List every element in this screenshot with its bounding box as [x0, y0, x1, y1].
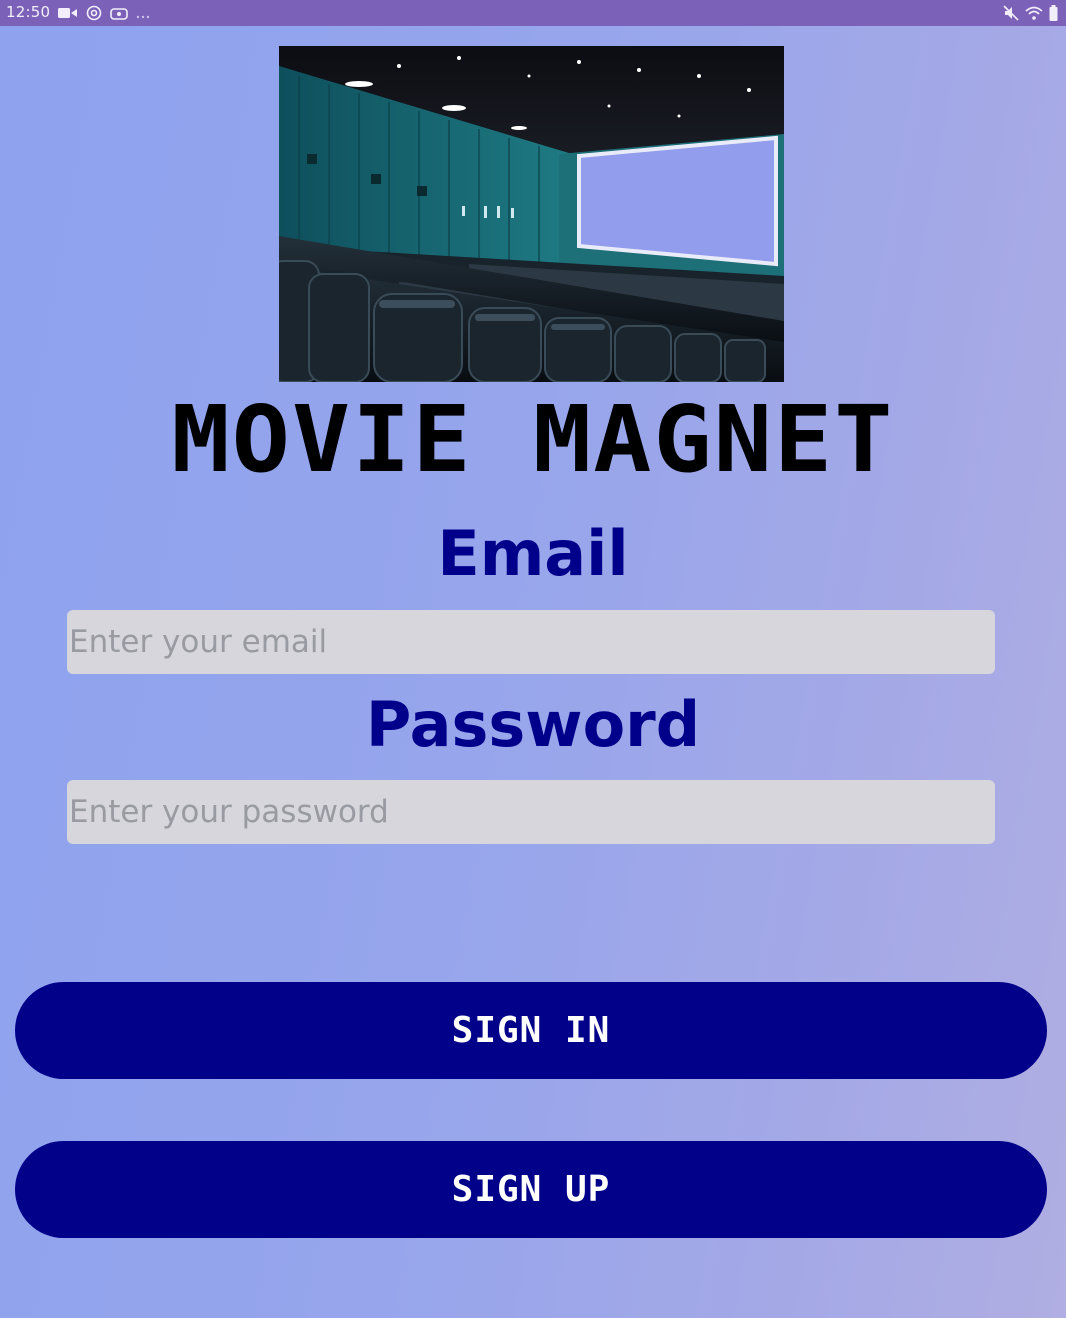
more-dots-icon — [136, 6, 150, 24]
email-field[interactable] — [67, 610, 995, 674]
sign-in-button[interactable]: SIGN IN — [15, 982, 1047, 1079]
password-label: Password — [365, 688, 701, 761]
status-time: 12:50 — [6, 3, 51, 21]
status-bar: 12:50 — [0, 0, 1066, 26]
mute-icon — [1003, 5, 1019, 25]
cast-icon — [110, 6, 128, 24]
status-left-icons — [58, 5, 150, 25]
at-sign-icon — [86, 5, 102, 25]
cinema-theater-image — [279, 46, 784, 382]
app-title: MOVIE MAGNET — [171, 386, 895, 493]
battery-icon — [1049, 5, 1058, 25]
video-icon — [58, 6, 78, 24]
login-screen: 12:50 MOVIE MAGNET Email Enter your emai… — [0, 0, 1066, 1318]
wifi-icon — [1025, 6, 1043, 25]
email-label: Email — [437, 517, 629, 590]
password-field[interactable] — [67, 780, 995, 844]
status-right-icons — [1003, 5, 1058, 25]
sign-up-button[interactable]: SIGN UP — [15, 1141, 1047, 1238]
